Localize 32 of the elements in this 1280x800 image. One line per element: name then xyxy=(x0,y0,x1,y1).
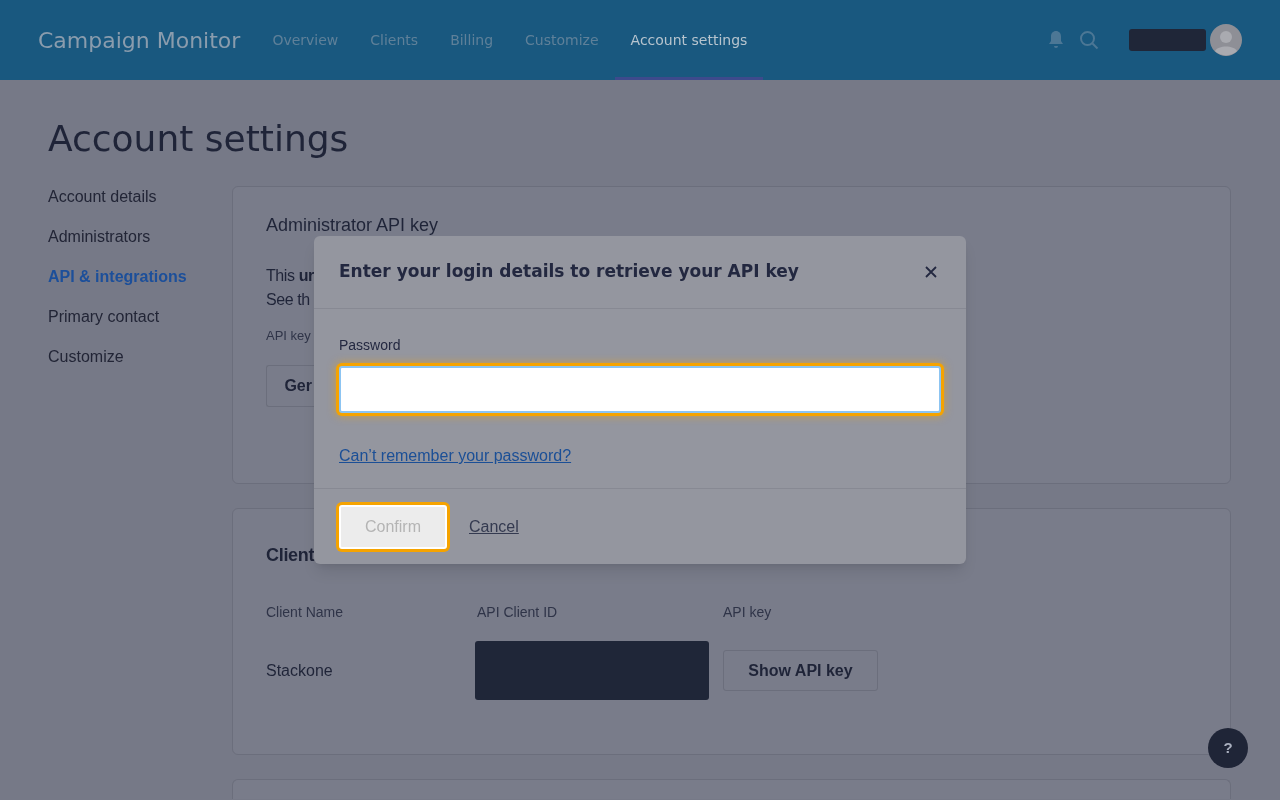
nav-tab[interactable]: Customize xyxy=(509,0,615,80)
help-button[interactable]: ? xyxy=(1208,728,1248,768)
nav-tab[interactable]: Account settings xyxy=(614,0,764,80)
show-api-key-button[interactable]: Show API key xyxy=(723,650,878,691)
sidebar-item[interactable]: Customize xyxy=(48,346,187,368)
field-label: Password xyxy=(339,336,402,355)
bell-icon[interactable] xyxy=(1047,30,1065,50)
password-field[interactable] xyxy=(339,366,941,413)
table-cell-text: Stackone xyxy=(266,660,333,681)
sidebar-item[interactable]: Account details xyxy=(48,186,187,208)
search-icon[interactable] xyxy=(1079,30,1099,50)
forgot-password-link[interactable]: Can’t remember your password? xyxy=(339,444,572,468)
close-icon[interactable] xyxy=(925,266,937,278)
cancel-link[interactable]: Cancel xyxy=(469,514,519,539)
dialog-title: Enter your login details to retrieve your API key xyxy=(339,260,799,284)
column-header: Client Name xyxy=(266,603,344,622)
column-header: API Client ID xyxy=(477,603,558,622)
field-label: API key xyxy=(266,327,312,345)
page-title: Account settings xyxy=(48,117,349,161)
description-text: See th xyxy=(266,290,310,310)
nav-tab[interactable]: Overview xyxy=(256,0,355,80)
sidebar-item[interactable]: Primary contact xyxy=(48,306,187,328)
column-header: API key xyxy=(723,603,772,622)
avatar-icon[interactable] xyxy=(1210,24,1242,56)
description-text: This ur xyxy=(266,266,314,286)
nav-tab[interactable]: Clients xyxy=(354,0,435,80)
logo[interactable]: Campaign Monitor xyxy=(38,23,241,57)
sidebar-item[interactable]: API & integrations xyxy=(48,266,187,288)
section-title: Client xyxy=(266,544,315,567)
nav-tab[interactable]: Billing xyxy=(434,0,510,80)
section-title: Administrator API key xyxy=(266,215,439,235)
sidebar-item[interactable]: Administrators xyxy=(48,226,187,248)
